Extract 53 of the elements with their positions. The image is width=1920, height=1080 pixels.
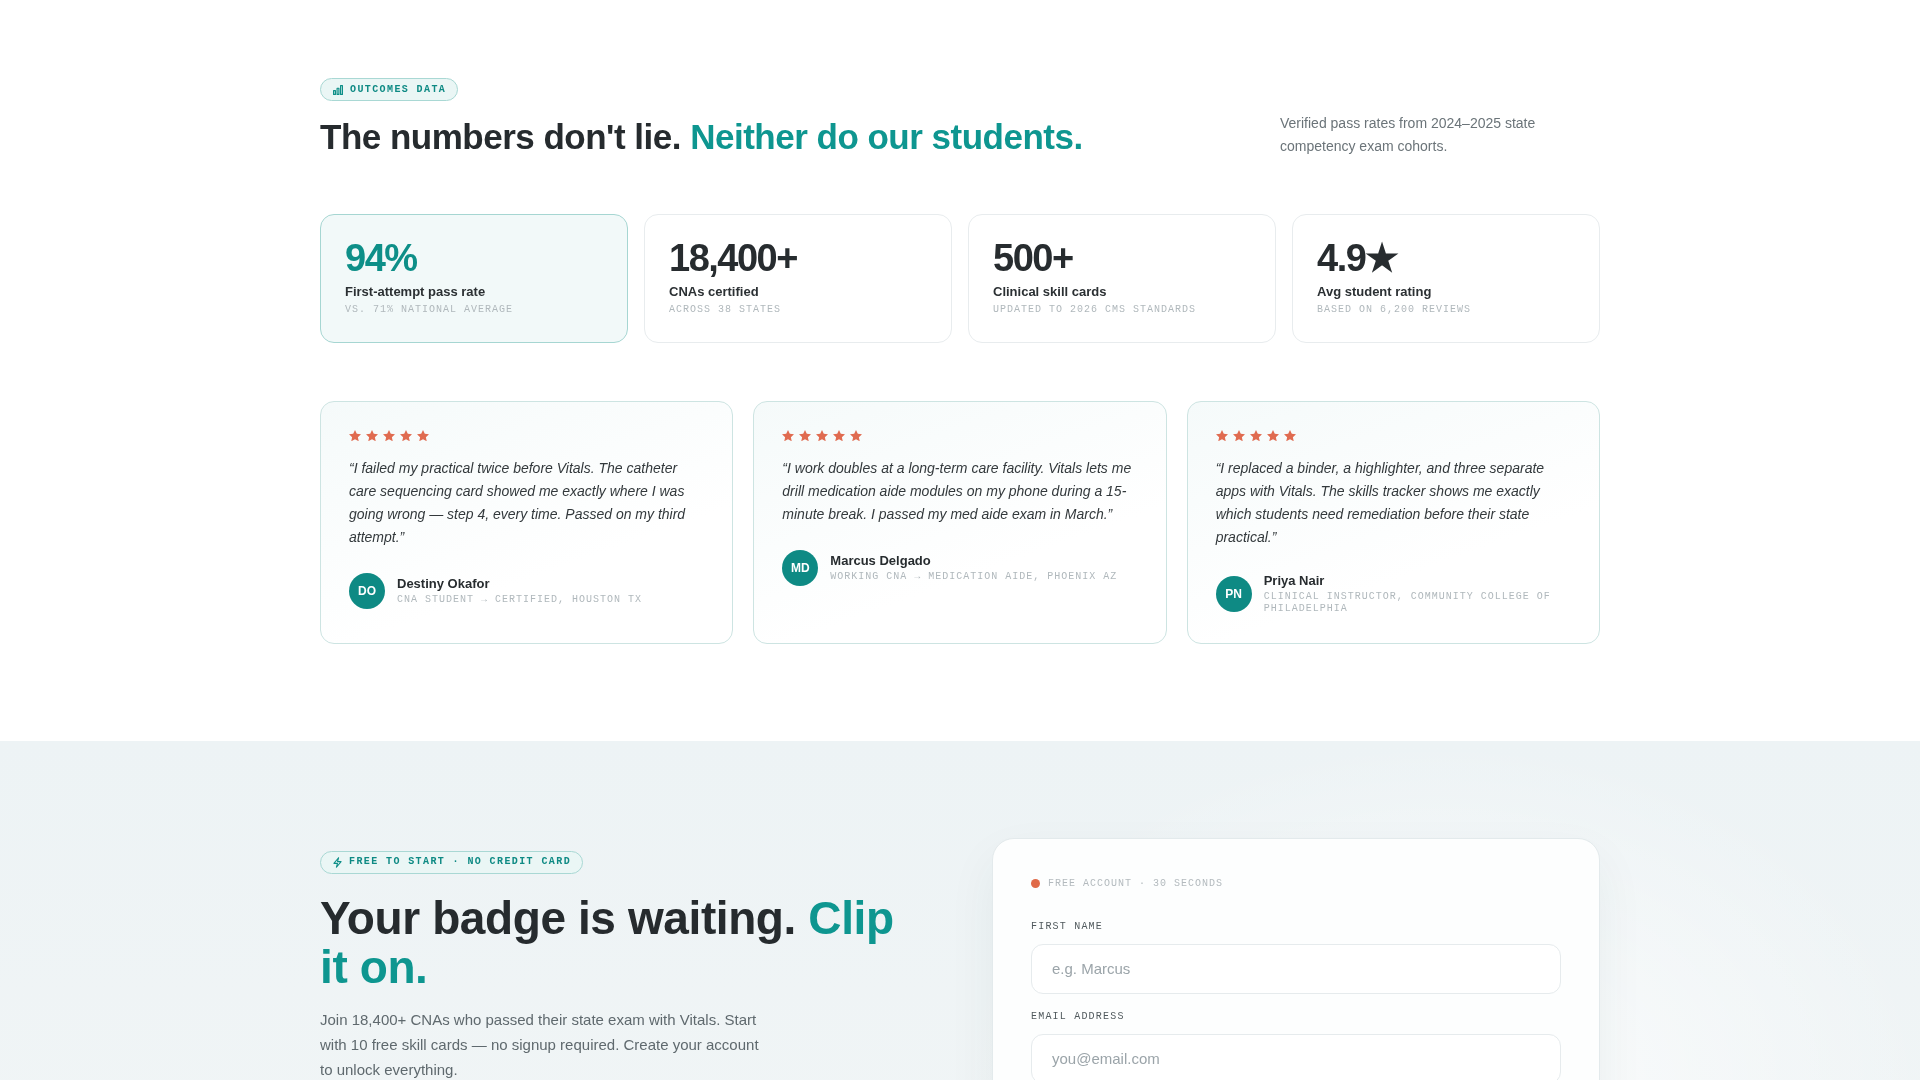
author-name: Priya Nair <box>1263 572 1326 589</box>
avatar: DO <box>349 572 385 609</box>
form-status-text: FREE ACCOUNT · 30 SECONDS <box>1048 876 1224 891</box>
star-icon <box>782 430 795 442</box>
section-heading: Your badge is waiting. Clip it on. <box>320 893 895 992</box>
star-icon <box>383 430 395 442</box>
stat-detail: UPDATED TO 2026 CMS STANDARDS <box>993 302 1198 317</box>
stat-value: 18,400+ <box>669 238 798 280</box>
star-icon <box>1266 430 1279 442</box>
intro-paragraph: Join 18,400+ CNAs who passed their state exam with Vitals. Start with 10 free skill cards — no signup required. Create your account to unlock everything. <box>320 1010 760 1080</box>
section-heading: The numbers don't lie. Neither do our students. <box>320 116 1083 158</box>
star-icon <box>417 430 429 442</box>
lightning-bolt-icon <box>333 856 342 868</box>
stat-label: Avg student rating <box>1317 283 1433 300</box>
author-name: Marcus Delgado <box>830 552 932 569</box>
star-icon <box>349 430 361 442</box>
star-icon <box>799 430 812 442</box>
star-icon <box>1232 430 1245 442</box>
stat-value: 500+ <box>993 238 1074 280</box>
stat-label: First-attempt pass rate <box>345 283 487 300</box>
avatar: PN <box>1215 575 1252 612</box>
input-field[interactable]: you@email.com <box>1031 1033 1561 1080</box>
star-icon <box>816 430 829 442</box>
star-icon <box>366 430 378 442</box>
section-note: Verified pass rates from 2024–2025 state competency exam cohorts. <box>1280 114 1537 156</box>
status-dot-icon <box>1031 879 1040 889</box>
author-role: CNA STUDENT → CERTIFIED, HOUSTON TX <box>397 593 643 606</box>
stat-label: Clinical skill cards <box>993 283 1108 300</box>
testimonial-quote: “I work doubles at a long-term care facility. Vitals lets me drill medication aide modules on my phone during a 15-minute break. I passed my med aide exam in March.” <box>782 458 1133 524</box>
avatar: MD <box>782 549 819 586</box>
author-name: Destiny Okafor <box>397 575 491 592</box>
bar-chart-icon <box>333 84 343 95</box>
star-icon <box>1215 430 1228 442</box>
stat-detail: VS. 71% NATIONAL AVERAGE <box>345 302 515 317</box>
author-role: WORKING CNA → MEDICATION AIDE, PHOENIX AZ <box>830 570 1118 583</box>
testimonial-quote: “I failed my practical twice before Vitals. The catheter care sequencing card showed me exactly where I was going wrong — step 4, every time. Passed on my third attempt.” <box>349 458 687 547</box>
stat-value: 94% <box>345 238 418 280</box>
field-label: EMAIL ADDRESS <box>1031 1009 1125 1024</box>
star-icon <box>1283 430 1296 442</box>
section-tag-text: OUTCOMES DATA <box>350 82 447 97</box>
star-icon <box>400 430 412 442</box>
author-role: CLINICAL INSTRUCTOR, COMMUNITY COLLEGE OF PHILADELPHIA <box>1263 590 1552 615</box>
section-tag-text: FREE TO START · NO CREDIT CARD <box>349 855 572 870</box>
stat-detail: ACROSS 38 STATES <box>669 302 782 317</box>
stat-value: 4.9★ <box>1317 238 1399 280</box>
stat-label: CNAs certified <box>669 283 760 300</box>
star-icon <box>850 430 863 442</box>
field-label: FIRST NAME <box>1031 919 1103 934</box>
testimonial-quote: “I replaced a binder, a highlighter, and three separate apps with Vitals. The skills tracker shows me exactly which students need remediation before their state practical.” <box>1215 458 1546 547</box>
stat-detail: BASED ON 6,200 REVIEWS <box>1317 302 1473 317</box>
input-field[interactable]: e.g. Marcus <box>1031 943 1561 994</box>
star-icon <box>833 430 846 442</box>
star-icon <box>1249 430 1262 442</box>
